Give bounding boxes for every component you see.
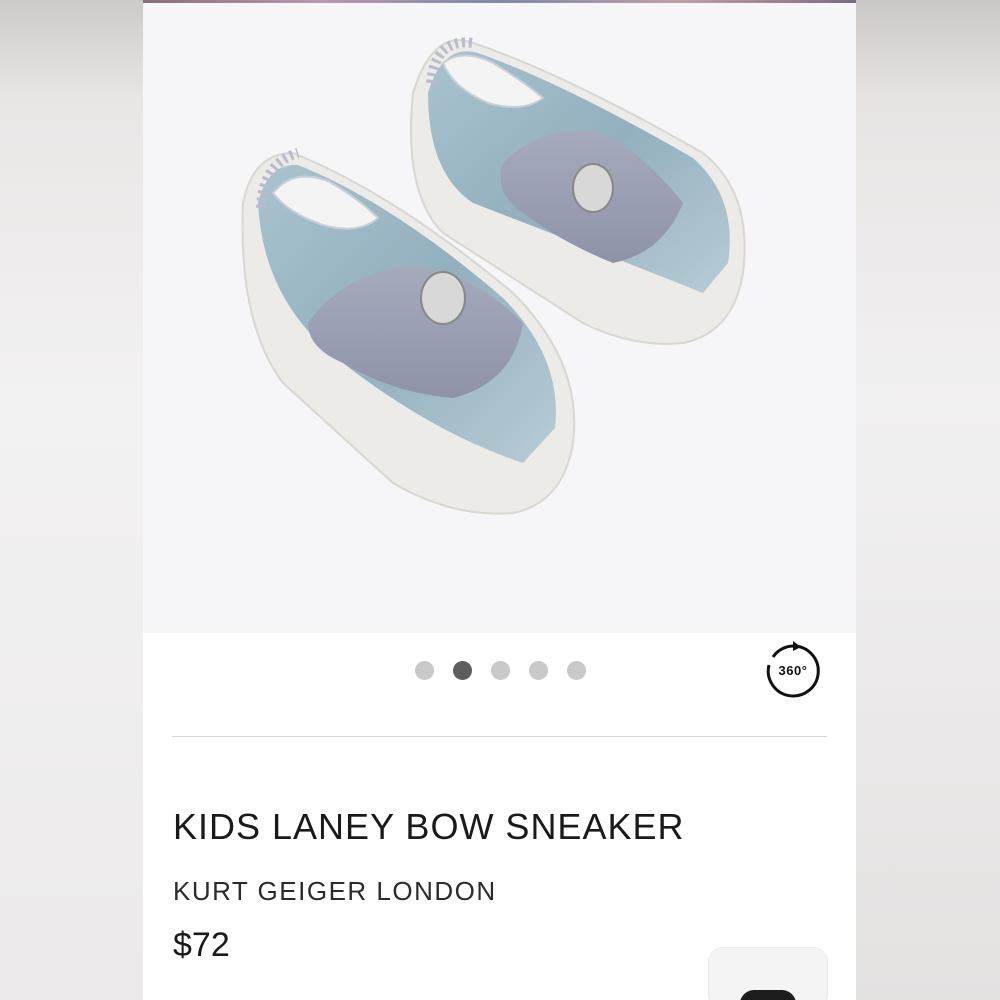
- carousel-dot-4[interactable]: [529, 661, 548, 680]
- product-title: KIDS LANEY BOW SNEAKER: [173, 806, 685, 847]
- sneaker-illustration: [241, 37, 746, 515]
- product-price: $72: [173, 926, 230, 964]
- carousel-dots: [415, 661, 586, 680]
- view-360-label: 360°: [778, 663, 808, 678]
- view-360-button[interactable]: 360°: [763, 641, 823, 701]
- carousel-controls: 360°: [143, 633, 856, 708]
- product-page: 360° KIDS LANEY BOW SNEAKER KURT GEIGER …: [143, 0, 856, 1000]
- product-brand[interactable]: KURT GEIGER LONDON: [173, 876, 497, 907]
- divider: [172, 736, 827, 737]
- carousel-dot-5[interactable]: [567, 661, 586, 680]
- cart-button[interactable]: [709, 948, 827, 1000]
- product-image[interactable]: [143, 3, 856, 633]
- carousel-dot-1[interactable]: [415, 661, 434, 680]
- carousel-dot-3[interactable]: [491, 661, 510, 680]
- bag-icon: [740, 990, 796, 1000]
- carousel-dot-2[interactable]: [453, 661, 472, 680]
- background-right: [856, 0, 1000, 1000]
- background-left: [0, 0, 143, 1000]
